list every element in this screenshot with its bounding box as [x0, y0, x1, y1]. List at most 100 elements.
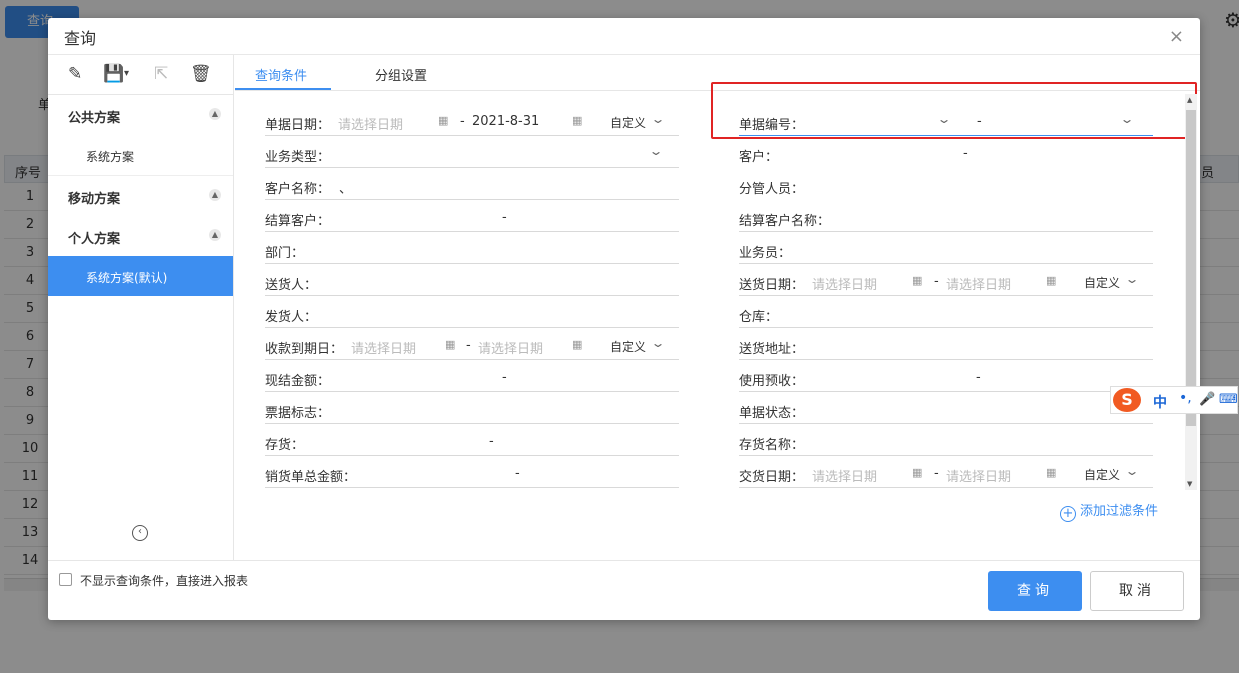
query-button[interactable]: 查询 — [988, 571, 1082, 611]
tab-query-conditions[interactable]: 查询条件 — [255, 65, 307, 84]
calendar-icon[interactable]: ▦ — [445, 338, 455, 351]
field-dept[interactable]: 部门： — [265, 234, 679, 264]
chevron-up-icon[interactable]: ▲ — [209, 229, 221, 241]
field-label: 部门： — [265, 246, 305, 261]
field-sales-total[interactable]: 销货单总金额： - — [265, 458, 679, 488]
range-separator: - — [934, 466, 939, 481]
add-filter-link[interactable]: + 添加过滤条件 — [1060, 500, 1158, 522]
custom-range-select[interactable]: 自定义 — [1084, 466, 1120, 483]
field-settle-cust[interactable]: 结算客户： - — [265, 202, 679, 232]
microphone-icon[interactable]: 🎤 — [1199, 392, 1215, 407]
range-separator: - — [502, 370, 507, 385]
calendar-icon[interactable]: ▦ — [438, 114, 448, 127]
calendar-icon[interactable]: ▦ — [572, 114, 582, 127]
keyboard-icon[interactable]: ⌨ — [1219, 392, 1238, 407]
field-settle-cust-name[interactable]: 结算客户名称： — [739, 202, 1153, 232]
field-label: 票据标志： — [265, 406, 331, 421]
field-label: 发货人： — [265, 310, 318, 325]
field-shipper[interactable]: 发货人： — [265, 298, 679, 328]
field-label: 存货： — [265, 438, 305, 453]
date-to-input[interactable]: 请选择日期 — [478, 338, 543, 357]
ime-punct-toggle[interactable]: •, — [1179, 390, 1192, 406]
field-deliverer[interactable]: 送货人： — [265, 266, 679, 296]
ime-lang-toggle[interactable]: 中 — [1153, 392, 1167, 412]
field-cust-name[interactable]: 客户名称： 、 — [265, 170, 679, 200]
field-salesman[interactable]: 业务员： — [739, 234, 1153, 264]
collapse-left-icon[interactable]: ‹ — [132, 525, 148, 541]
chevron-up-icon[interactable]: ▲ — [209, 108, 221, 120]
group-personal[interactable]: 个人方案 ▲ — [48, 216, 233, 256]
scheme-item-default[interactable]: 系统方案(默认) — [48, 256, 233, 296]
group-label: 公共方案 — [68, 111, 121, 126]
chevron-down-icon[interactable]: ▾ — [124, 68, 129, 79]
edit-icon[interactable]: ✎ — [68, 64, 82, 84]
scheme-toolbar: ✎ 💾 ▾ ⇱ 🗑 — [48, 55, 233, 95]
field-customer[interactable]: 客户： - — [739, 138, 1153, 168]
cust-name-input[interactable]: 、 — [339, 178, 352, 197]
date-from-input[interactable]: 请选择日期 — [812, 466, 877, 485]
field-handover-date: 交货日期： 请选择日期 ▦ - 请选择日期 ▦ 自定义 ⌄ — [739, 458, 1153, 488]
scroll-down-icon[interactable]: ▼ — [1187, 480, 1192, 488]
chevron-down-icon[interactable]: ⌄ — [650, 112, 665, 126]
field-label: 业务员： — [739, 246, 792, 261]
field-inv-name[interactable]: 存货名称： — [739, 426, 1153, 456]
field-label: 仓库： — [739, 310, 779, 325]
field-label: 销货单总金额： — [265, 470, 357, 485]
field-label: 客户名称： — [265, 182, 331, 197]
date-from-input[interactable]: 请选择日期 — [338, 114, 403, 133]
chevron-up-icon[interactable]: ▲ — [209, 189, 221, 201]
skip-conditions-checkbox[interactable] — [59, 573, 72, 586]
vertical-scrollbar[interactable]: ▲ ▼ — [1185, 94, 1197, 490]
field-delivery-addr[interactable]: 送货地址： — [739, 330, 1153, 360]
field-biz-type[interactable]: 业务类型： ⌄ — [265, 138, 679, 168]
calendar-icon[interactable]: ▦ — [572, 338, 582, 351]
custom-range-select[interactable]: 自定义 — [610, 338, 646, 355]
ime-toolbar[interactable]: S 中 •, 🎤 ⌨ — [1110, 386, 1238, 414]
field-doc-status[interactable]: 单据状态： — [739, 394, 1153, 424]
group-public[interactable]: 公共方案 ▲ — [48, 95, 233, 135]
chevron-down-icon[interactable]: ⌄ — [1124, 464, 1139, 478]
date-from-input[interactable]: 请选择日期 — [351, 338, 416, 357]
scheme-item-system[interactable]: 系统方案 — [48, 135, 233, 175]
date-to-input[interactable]: 请选择日期 — [946, 274, 1011, 293]
field-manager[interactable]: 分管人员： — [739, 170, 1153, 200]
chevron-down-icon[interactable]: ⌄ — [1124, 272, 1139, 286]
group-label: 移动方案 — [68, 192, 121, 207]
custom-range-select[interactable]: 自定义 — [1084, 274, 1120, 291]
field-label: 送货地址： — [739, 342, 805, 357]
sogou-logo-icon[interactable]: S — [1113, 388, 1141, 412]
calendar-icon[interactable]: ▦ — [912, 274, 922, 287]
custom-range-select[interactable]: 自定义 — [610, 114, 646, 131]
field-inventory[interactable]: 存货： - — [265, 426, 679, 456]
cancel-button[interactable]: 取消 — [1090, 571, 1184, 611]
field-label: 使用预收： — [739, 374, 805, 389]
save-icon[interactable]: 💾 — [103, 64, 124, 84]
calendar-icon[interactable]: ▦ — [912, 466, 922, 479]
chevron-down-icon[interactable]: ⌄ — [648, 144, 663, 158]
calendar-icon[interactable]: ▦ — [1046, 274, 1056, 287]
plus-circle-icon: + — [1060, 506, 1076, 522]
trash-icon[interactable]: 🗑 — [190, 64, 212, 84]
tab-group-settings[interactable]: 分组设置 — [375, 65, 427, 84]
active-tab-indicator — [235, 88, 331, 90]
field-cash-amount[interactable]: 现结金额： - — [265, 362, 679, 392]
field-label: 送货日期： — [739, 278, 805, 293]
divider — [48, 560, 1200, 561]
export-icon: ⇱ — [154, 64, 169, 84]
chevron-down-icon[interactable]: ⌄ — [650, 336, 665, 350]
add-filter-label: 添加过滤条件 — [1080, 504, 1159, 519]
field-warehouse[interactable]: 仓库： — [739, 298, 1153, 328]
date-to-input[interactable]: 请选择日期 — [946, 466, 1011, 485]
scroll-up-icon[interactable]: ▲ — [1187, 96, 1192, 104]
group-mobile[interactable]: 移动方案 ▲ — [48, 176, 233, 216]
scrollbar-thumb[interactable] — [1186, 110, 1196, 426]
scheme-item-label: 系统方案(默认) — [86, 271, 168, 285]
date-to-input[interactable]: 2021-8-31 — [472, 114, 539, 129]
field-bill-flag[interactable]: 票据标志： — [265, 394, 679, 424]
calendar-icon[interactable]: ▦ — [1046, 466, 1056, 479]
dialog-title: 查询 — [64, 29, 97, 48]
field-use-prepay[interactable]: 使用预收： - — [739, 362, 1153, 392]
close-icon[interactable]: × — [1169, 26, 1184, 47]
query-dialog: 查询 × ✎ 💾 ▾ ⇱ 🗑 公共方案 ▲ 系统方案 移动方案 ▲ 个人方案 ▲… — [48, 18, 1238, 620]
date-from-input[interactable]: 请选择日期 — [812, 274, 877, 293]
